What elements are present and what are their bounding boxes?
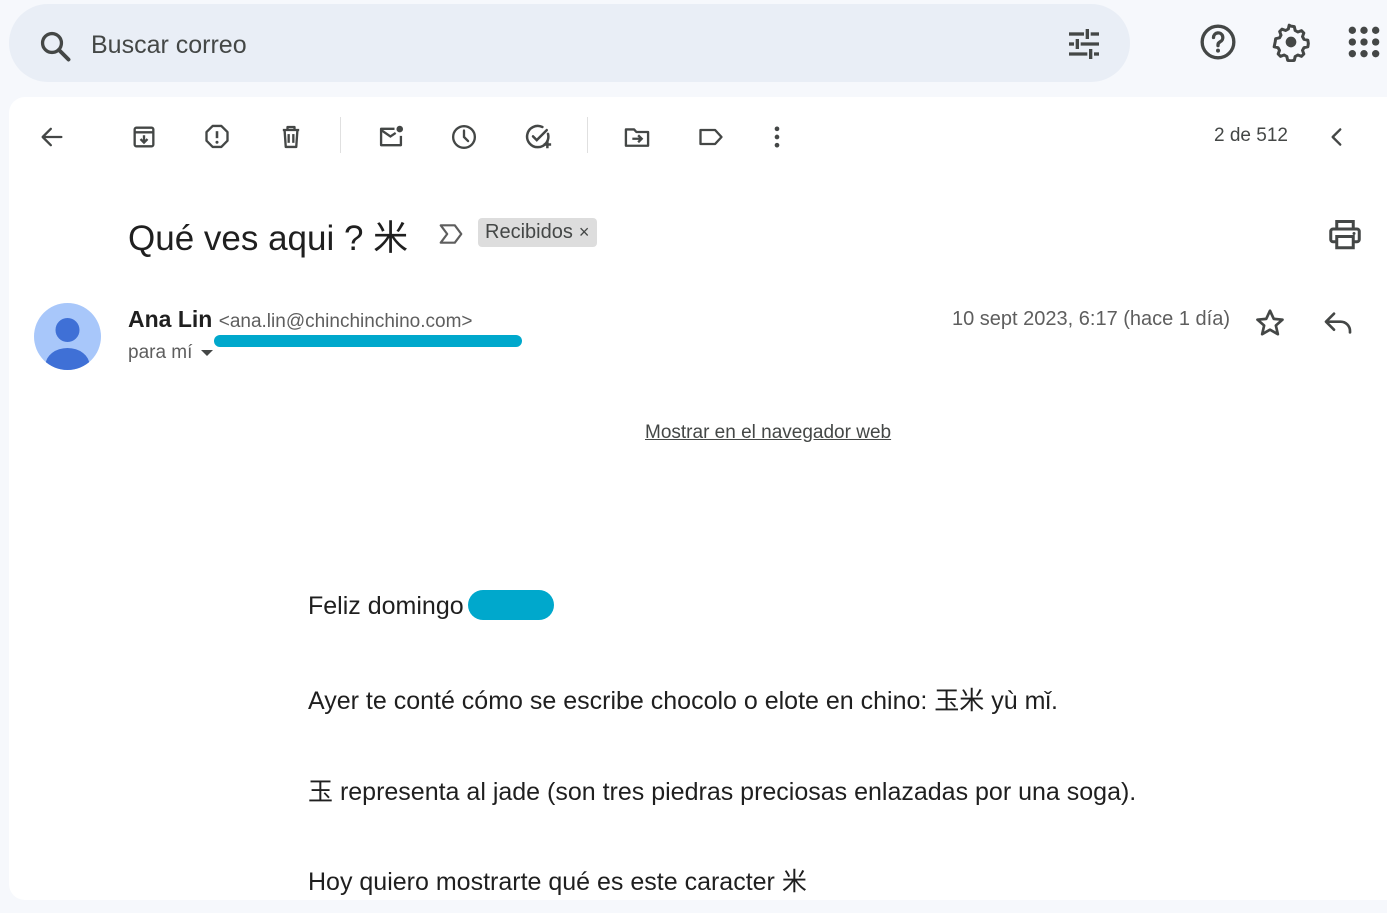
body-paragraph: Feliz domingo [308,590,554,621]
reply-icon[interactable] [1321,307,1355,339]
add-to-tasks-button[interactable] [520,121,556,153]
chevron-left-icon [1331,128,1342,146]
snooze-button[interactable] [446,121,482,153]
move-to-button[interactable] [619,121,655,153]
labels-button[interactable] [693,121,729,153]
body-paragraph: Hoy quiero mostrarte qué es este caracte… [308,868,807,896]
more-vertical-icon [774,126,780,148]
message-panel: 2 de 512 Qué ves aqui ? 米 Recibidos × An… [9,97,1387,900]
more-options-button[interactable] [759,121,795,153]
remove-label-button[interactable]: × [579,222,590,243]
body-paragraph: Ayer te conté cómo se escribe chocolo o … [308,687,1058,715]
star-icon[interactable] [1254,307,1286,339]
importance-marker-icon[interactable] [437,221,465,247]
inbox-label-chip: Recibidos × [478,218,598,247]
search-bar[interactable] [9,4,1130,82]
newer-message-button[interactable] [1319,121,1355,153]
search-options-icon[interactable] [1064,24,1104,64]
sender-avatar[interactable] [34,303,101,370]
delete-button[interactable] [273,121,309,153]
dropdown-arrow-icon [201,350,214,356]
view-in-browser-link[interactable]: Mostrar en el navegador web [645,422,891,444]
search-icon[interactable] [37,28,73,64]
top-bar [0,0,1387,90]
label-icon [699,128,723,146]
mark-unread-button[interactable] [373,121,409,153]
archive-button[interactable] [126,121,162,153]
report-spam-button[interactable] [199,121,235,153]
body-text: Feliz domingo [308,592,464,620]
sender-info: Ana Lin <ana.lin@chinchinchino.com> [128,306,473,333]
arrow-left-icon [41,127,63,147]
settings-gear-icon[interactable] [1271,22,1311,62]
mark-unread-icon [379,125,404,147]
person-icon [45,318,90,370]
apps-grid-icon[interactable] [1344,22,1384,62]
recipient-details-toggle[interactable]: para mí [128,342,214,364]
move-to-folder-icon [624,128,650,147]
print-icon[interactable] [1327,217,1363,253]
add-task-icon [525,124,552,149]
label-text: Recibidos [485,221,573,243]
sender-name[interactable]: Ana Lin [128,306,212,332]
pagination-count: 2 de 512 [1214,125,1288,146]
recipient-text: para mí [128,342,193,363]
toolbar-divider [340,117,341,153]
redaction-mark [214,335,522,347]
back-button[interactable] [34,121,70,153]
clock-icon [451,124,477,150]
email-subject: Qué ves aqui ? 米 [128,219,409,258]
trash-icon [282,125,300,149]
help-icon[interactable] [1198,22,1238,62]
body-paragraph: 玉 representa al jade (son tres piedras p… [308,778,1137,806]
archive-icon [133,126,155,148]
email-date: 10 sept 2023, 6:17 (hace 1 día) [952,308,1230,330]
report-spam-icon [205,124,229,149]
toolbar-divider [587,117,588,153]
search-input[interactable] [89,24,993,66]
sender-email: <ana.lin@chinchinchino.com> [218,311,473,332]
redaction-mark [467,590,554,620]
